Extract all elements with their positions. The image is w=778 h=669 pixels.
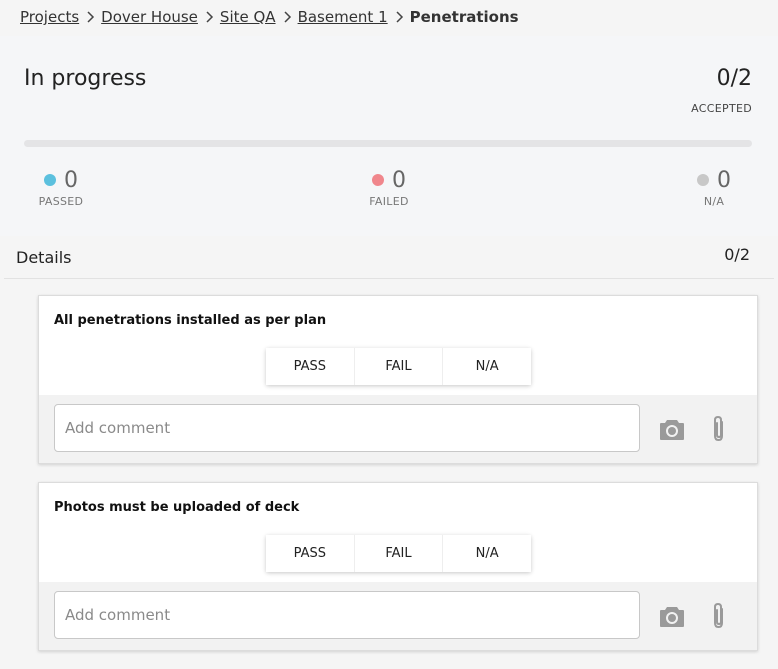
- na-dot-icon: [697, 174, 709, 186]
- accepted-count: 0/2: [716, 66, 752, 91]
- breadcrumb-projects[interactable]: Projects: [20, 8, 79, 26]
- details-title: Details: [16, 248, 72, 267]
- details-header: Details 0/2: [4, 236, 774, 279]
- paperclip-icon[interactable]: [709, 414, 729, 444]
- na-button[interactable]: N/A: [442, 535, 532, 572]
- accepted-label: ACCEPTED: [691, 102, 752, 115]
- stat-passed: 0 PASSED: [38, 168, 84, 208]
- fail-button[interactable]: FAIL: [353, 348, 443, 385]
- pass-button[interactable]: PASS: [266, 535, 354, 572]
- failed-count: 0: [392, 168, 406, 193]
- failed-label: FAILED: [369, 195, 409, 208]
- inspection-summary: In progress 0/2 ACCEPTED 0 PASSED 0 FAIL…: [0, 36, 778, 236]
- passed-label: PASSED: [38, 195, 84, 208]
- na-label: N/A: [703, 195, 725, 208]
- checklist-item: Photos must be uploaded of deck PASS FAI…: [38, 482, 758, 651]
- comment-bar: [39, 582, 757, 650]
- camera-icon[interactable]: [658, 603, 686, 629]
- comment-input[interactable]: [54, 404, 640, 452]
- failed-dot-icon: [372, 174, 384, 186]
- na-count: 0: [717, 168, 731, 193]
- camera-icon[interactable]: [658, 416, 686, 442]
- checklist-item: All penetrations installed as per plan P…: [38, 295, 758, 464]
- pass-button[interactable]: PASS: [266, 348, 354, 385]
- breadcrumb-dover-house[interactable]: Dover House: [101, 8, 198, 26]
- stat-na: 0 N/A: [694, 168, 734, 208]
- result-button-group: PASS FAIL N/A: [266, 348, 532, 385]
- result-button-group: PASS FAIL N/A: [266, 535, 532, 572]
- checklist-item-title: All penetrations installed as per plan: [54, 313, 327, 328]
- paperclip-icon[interactable]: [709, 601, 729, 631]
- checklist-item-title: Photos must be uploaded of deck: [54, 500, 300, 515]
- stat-failed: 0 FAILED: [366, 168, 412, 208]
- chevron-right-icon: [396, 11, 403, 23]
- breadcrumb-current: Penetrations: [409, 8, 519, 26]
- breadcrumb: Projects Dover House Site QA Basement 1 …: [20, 8, 519, 26]
- details-count: 0/2: [724, 245, 750, 264]
- fail-button[interactable]: FAIL: [353, 535, 443, 572]
- passed-count: 0: [64, 168, 78, 193]
- breadcrumb-basement-1[interactable]: Basement 1: [298, 8, 388, 26]
- na-button[interactable]: N/A: [442, 348, 532, 385]
- breadcrumb-site-qa[interactable]: Site QA: [220, 8, 276, 26]
- chevron-right-icon: [87, 11, 95, 23]
- chevron-right-icon: [206, 11, 213, 23]
- comment-input[interactable]: [54, 591, 640, 639]
- chevron-right-icon: [284, 11, 291, 23]
- passed-dot-icon: [44, 174, 56, 186]
- comment-bar: [39, 395, 757, 463]
- status-title: In progress: [24, 66, 147, 91]
- progress-bar: [24, 140, 752, 147]
